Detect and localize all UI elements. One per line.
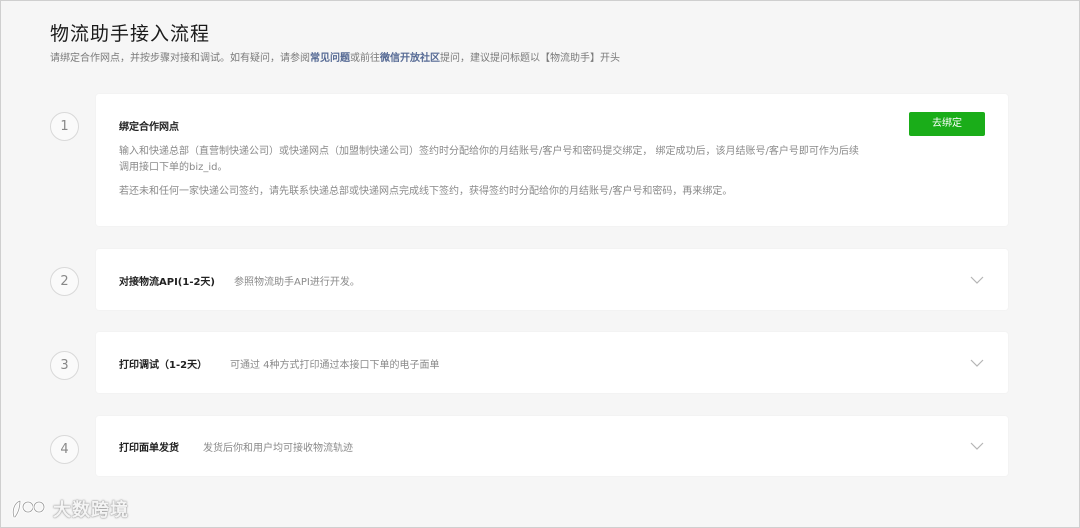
step-number-2: 2	[50, 267, 79, 296]
step-number-1: 1	[50, 112, 79, 141]
step-title-4: 打印面单发货	[119, 443, 179, 454]
chevron-down-icon[interactable]	[970, 273, 984, 287]
step-desc-2: 参照物流助手API进行开发。	[234, 277, 360, 288]
step-card-print-debug[interactable]: 打印调试（1-2天） 可通过 4种方式打印通过本接口下单的电子面单	[96, 332, 1008, 393]
subtitle-text-pre: 请绑定合作网点，并按步骤对接和调试。如有疑问，请参阅	[50, 53, 310, 64]
step-1-paragraph-2: 若还未和任何一家快递公司签约，请先联系快递总部或快递网点完成线下签约，获得签约时…	[119, 186, 733, 197]
step-1-paragraph-1: 输入和快递总部（直营制快递公司）或快递网点（加盟制快递公司）签约时分配给你的月结…	[119, 146, 859, 173]
step-title-2: 对接物流API(1-2天)	[119, 277, 215, 288]
faq-link[interactable]: 常见问题	[310, 53, 350, 64]
watermark: 大数跨境	[11, 496, 151, 522]
chevron-down-icon[interactable]	[970, 356, 984, 370]
chevron-down-icon[interactable]	[970, 439, 984, 453]
watermark-text: 大数跨境	[53, 500, 129, 521]
page-title: 物流助手接入流程	[50, 23, 211, 45]
page-subtitle: 请绑定合作网点，并按步骤对接和调试。如有疑问，请参阅常见问题或前往微信开放社区提…	[50, 49, 620, 64]
step-title-3: 打印调试（1-2天）	[119, 360, 208, 371]
bind-button[interactable]: 去绑定	[909, 112, 985, 136]
dashu-logo-icon	[11, 499, 46, 519]
step-card-ship[interactable]: 打印面单发货 发货后你和用户均可接收物流轨迹	[96, 416, 1008, 476]
step-desc-4: 发货后你和用户均可接收物流轨迹	[203, 443, 353, 454]
step-card-bind-partner: 绑定合作网点 去绑定 输入和快递总部（直营制快递公司）或快递网点（加盟制快递公司…	[96, 94, 1008, 226]
subtitle-text-mid: 或前往	[350, 53, 380, 64]
step-number-3: 3	[50, 351, 79, 380]
step-number-4: 4	[50, 435, 79, 464]
step-desc-3: 可通过 4种方式打印通过本接口下单的电子面单	[230, 360, 440, 371]
community-link[interactable]: 微信开放社区	[380, 53, 440, 64]
step-card-api[interactable]: 对接物流API(1-2天) 参照物流助手API进行开发。	[96, 249, 1008, 310]
step-title-1: 绑定合作网点	[119, 122, 179, 133]
page-frame: 物流助手接入流程 请绑定合作网点，并按步骤对接和调试。如有疑问，请参阅常见问题或…	[0, 0, 1080, 528]
subtitle-text-post: 提问，建议提问标题以【物流助手】开头	[440, 53, 620, 64]
